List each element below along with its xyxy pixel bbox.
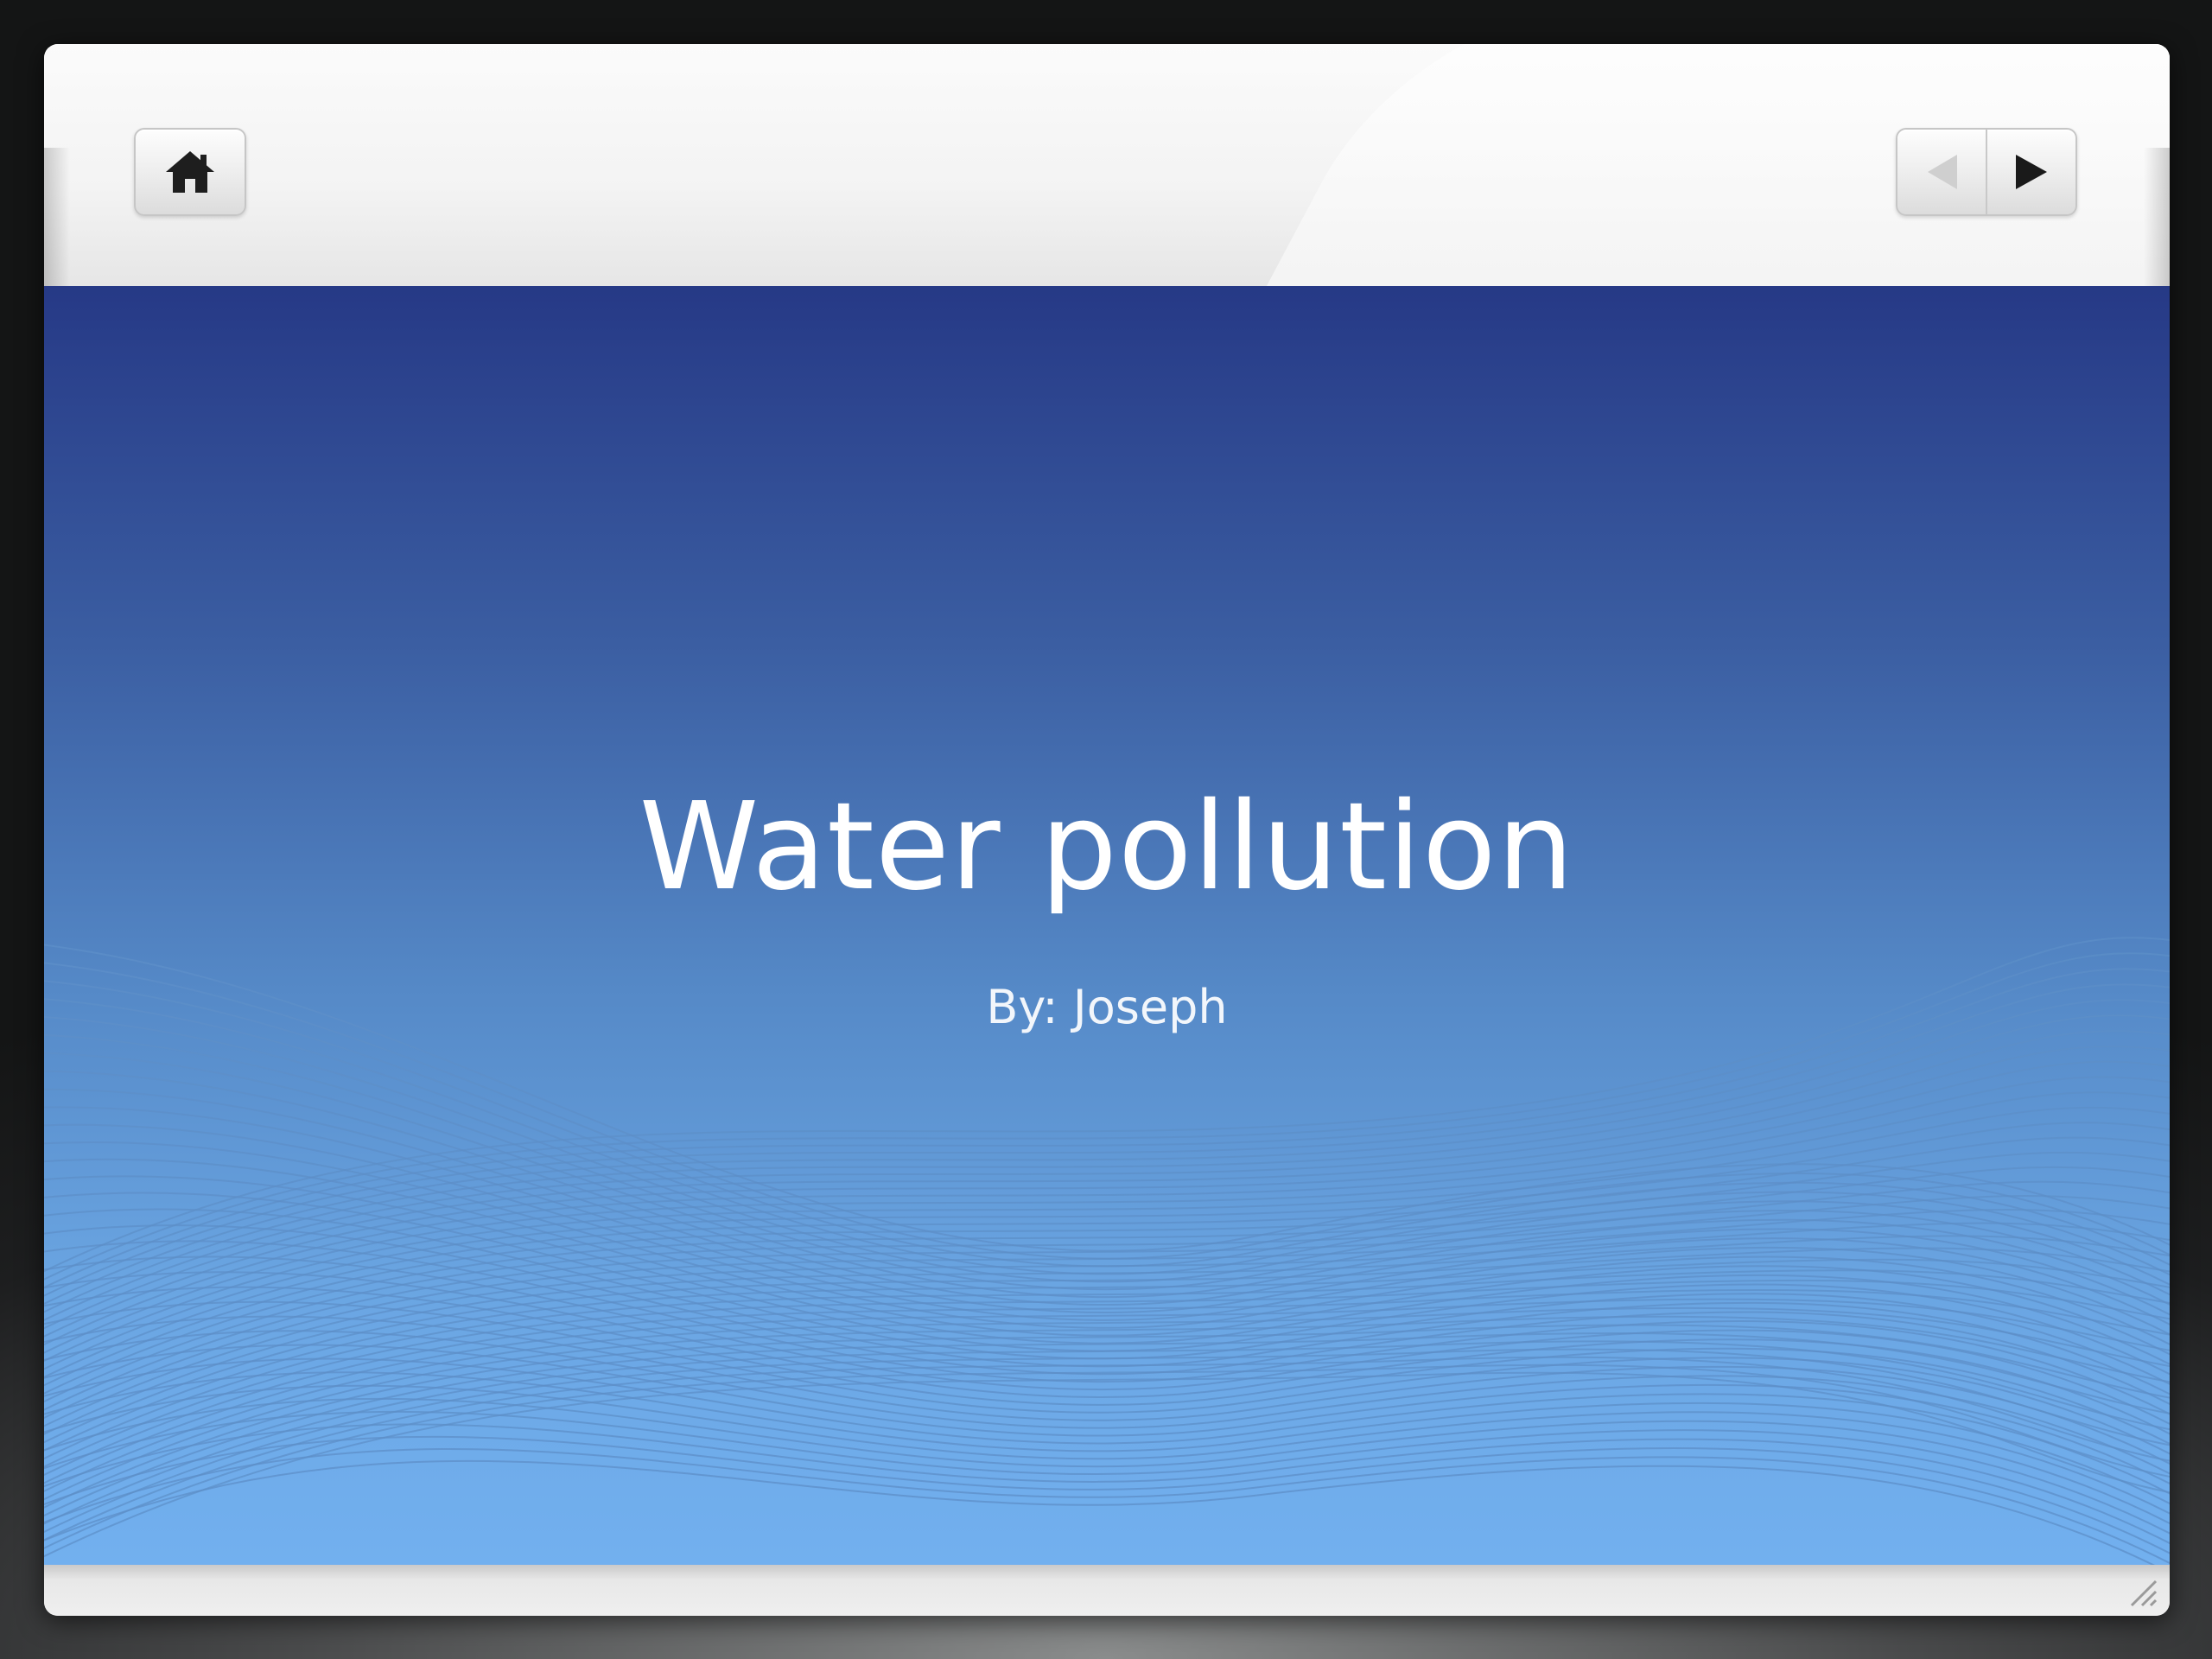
wave-lines-decoration [44,937,2170,1565]
home-icon [166,151,214,193]
resize-grip-icon[interactable] [2126,1576,2158,1607]
slide-subtitle: By: Joseph [986,980,1228,1034]
triangle-left-icon [1928,155,1957,189]
triangle-right-icon [2016,155,2047,189]
presentation-window: Water pollution By: Joseph [44,44,2170,1616]
slide-title: Water pollution [639,777,1575,918]
next-slide-button[interactable] [1987,130,2075,214]
slide-canvas: Water pollution By: Joseph [44,286,2170,1565]
slide-navigation [1896,128,2077,216]
previous-slide-button[interactable] [1897,130,1987,214]
status-bar [44,1565,2170,1616]
toolbar [44,44,2170,286]
home-button[interactable] [134,128,246,216]
